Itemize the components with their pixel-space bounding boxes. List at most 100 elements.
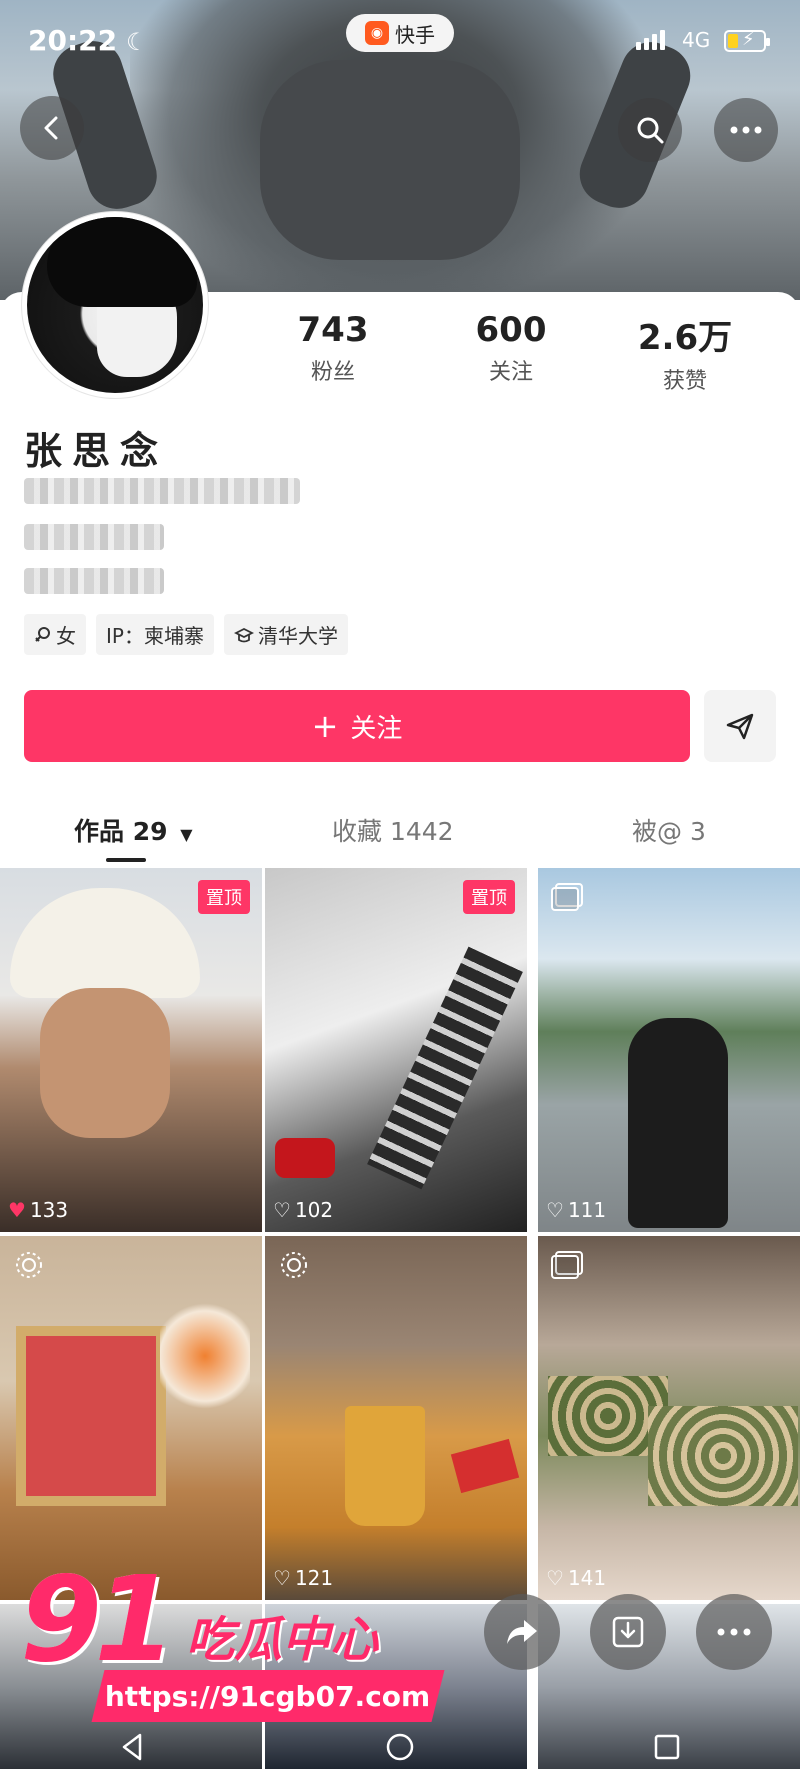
heart-outline-icon: ♡ <box>273 1566 291 1590</box>
share-button[interactable] <box>704 690 776 762</box>
tab-label: 收藏 1442 <box>332 817 454 846</box>
moon-icon: ☾ <box>126 28 148 56</box>
share-floating-button[interactable] <box>484 1594 560 1670</box>
download-icon <box>612 1616 644 1648</box>
more-options-button[interactable] <box>714 98 778 162</box>
drink-cup-image <box>345 1406 425 1526</box>
heart-outline-icon: ♡ <box>546 1198 564 1222</box>
blurred-bio-line <box>24 524 164 550</box>
stat-label: 获赞 <box>662 369 707 394</box>
framed-picture-image <box>16 1326 166 1506</box>
kuaishou-logo-icon: ◉ <box>365 21 389 45</box>
profile-tags: 女 IP：柬埔寨 清华大学 <box>24 614 348 655</box>
stat-following[interactable]: 600 关注 <box>436 310 586 386</box>
pinned-badge: 置顶 <box>198 880 250 914</box>
tab-mentions[interactable]: 被@ 3 <box>632 812 706 848</box>
photo-album-icon <box>551 883 583 911</box>
send-icon <box>726 713 754 740</box>
grid-item[interactable] <box>0 1236 262 1600</box>
system-navigation-bar <box>0 1724 800 1769</box>
tag-text: IP：柬埔寨 <box>106 624 204 648</box>
skeleton-art-image <box>367 946 523 1190</box>
tab-works[interactable]: 作品 29 ▼ <box>74 812 193 848</box>
statue-torso <box>260 60 520 260</box>
follow-label: 关注 <box>350 713 403 744</box>
status-time: 20:22 <box>28 24 118 57</box>
helmet-image <box>10 888 200 998</box>
likes-value: 111 <box>567 1198 607 1222</box>
gender-icon <box>35 626 50 642</box>
back-button[interactable] <box>20 96 84 160</box>
likes-value: 121 <box>294 1566 334 1590</box>
flowers-image <box>160 1296 250 1416</box>
nav-back-icon[interactable] <box>116 1730 150 1764</box>
stat-followers[interactable]: 743 粉丝 <box>258 310 408 386</box>
face-image <box>40 988 170 1138</box>
blurred-bio-line <box>24 568 164 594</box>
nav-home-icon[interactable] <box>383 1730 417 1764</box>
follow-button[interactable]: + 关注 <box>24 690 690 762</box>
school-icon <box>233 627 254 642</box>
content-tabs: 作品 29 ▼ 收藏 1442 被@ 3 <box>0 806 800 862</box>
likes-count: ♡ 111 <box>546 1198 606 1222</box>
share-arrow-icon <box>507 1620 537 1644</box>
likes-value: 102 <box>294 1198 334 1222</box>
tag-gender: 女 <box>24 614 86 655</box>
grid-item[interactable]: 置顶 ♡ 102 <box>265 868 527 1232</box>
nav-recents-icon[interactable] <box>650 1730 684 1764</box>
heart-filled-icon: ♥ <box>8 1198 26 1222</box>
stat-label: 关注 <box>488 360 533 385</box>
plus-icon: + <box>311 707 339 745</box>
more-icon <box>717 1628 751 1636</box>
grid-item[interactable]: ♡ 111 <box>538 868 800 1232</box>
oysters-image <box>648 1406 798 1506</box>
app-indicator-pill: ◉ 快手 <box>346 14 454 52</box>
grid-item[interactable]: ♡ 121 <box>265 1236 527 1600</box>
tab-label: 被@ 3 <box>632 817 706 846</box>
heart-outline-icon: ♡ <box>273 1198 291 1222</box>
tab-label: 作品 29 <box>74 817 168 846</box>
avatar[interactable] <box>22 212 208 398</box>
stat-value: 600 <box>475 310 547 350</box>
search-button[interactable] <box>618 98 682 162</box>
watermark-number: 91 <box>20 1550 176 1688</box>
more-floating-button[interactable] <box>696 1594 772 1670</box>
app-name: 快手 <box>395 22 435 47</box>
stat-value: 743 <box>297 310 369 350</box>
status-bar: 20:22 ☾ ◉ 快手 4G ⚡ <box>0 0 800 80</box>
signal-icon <box>636 30 665 50</box>
grid-item[interactable]: ♡ 141 <box>538 1236 800 1600</box>
watermark-url-text: https://91cgb07.com <box>105 1679 431 1713</box>
live-photo-icon <box>16 1252 42 1278</box>
stat-value: 2.6万 <box>637 318 733 358</box>
pinned-badge: 置顶 <box>463 880 515 914</box>
search-icon <box>637 117 664 144</box>
stat-label: 粉丝 <box>310 360 355 385</box>
red-splash-image <box>275 1138 335 1178</box>
download-floating-button[interactable] <box>590 1594 666 1670</box>
likes-value: 141 <box>567 1566 607 1590</box>
likes-count: ♡ 121 <box>273 1566 333 1590</box>
watermark-url: https://91cgb07.com <box>91 1670 445 1722</box>
stat-likes[interactable]: 2.6万 获赞 <box>610 310 760 395</box>
blurred-user-id <box>24 478 300 504</box>
likes-count: ♡ 102 <box>273 1198 333 1222</box>
tab-underline <box>106 858 146 862</box>
tag-ip: IP：柬埔寨 <box>96 614 214 655</box>
person-image <box>628 1018 728 1228</box>
watermark-brand: 吃瓜中心 <box>186 1612 379 1668</box>
grid-item[interactable]: 置顶 ♥ 133 <box>0 868 262 1232</box>
battery-icon: ⚡ <box>724 29 770 52</box>
tab-favorites[interactable]: 收藏 1442 <box>332 812 454 848</box>
network-type: 4G <box>682 28 711 52</box>
live-photo-icon <box>281 1252 307 1278</box>
caret-down-icon: ▼ <box>180 825 193 844</box>
cigarette-pack-image <box>450 1438 520 1494</box>
likes-count: ♥ 133 <box>8 1198 68 1222</box>
tag-text: 女 <box>56 624 76 648</box>
chevron-left-icon <box>44 116 58 140</box>
profile-name: 张思念 <box>24 429 169 473</box>
heart-outline-icon: ♡ <box>546 1566 564 1590</box>
tag-school[interactable]: 清华大学 <box>223 614 348 655</box>
likes-count: ♡ 141 <box>546 1566 606 1590</box>
